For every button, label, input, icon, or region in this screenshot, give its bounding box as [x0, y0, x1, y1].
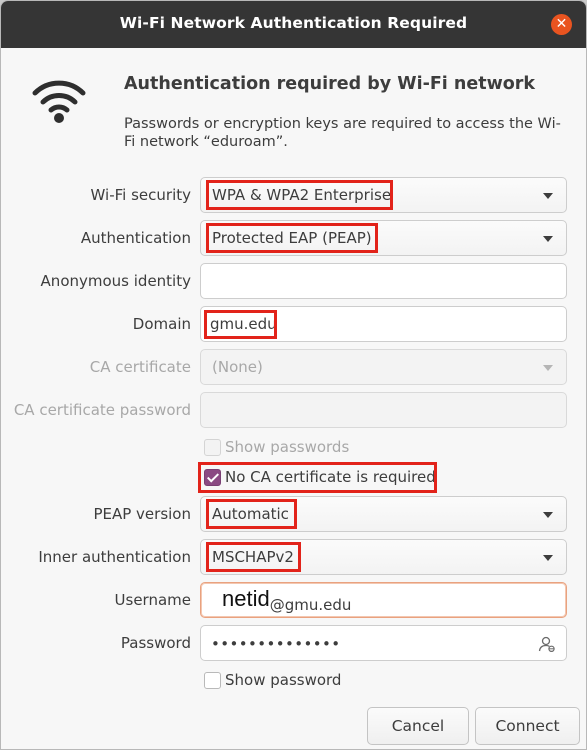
ca-certificate-label: CA certificate	[89, 358, 191, 376]
password-label: Password	[120, 634, 191, 652]
ca-certificate-value: (None)	[212, 358, 263, 376]
chevron-down-icon	[543, 512, 553, 518]
authentication-label: Authentication	[80, 229, 191, 247]
wifi-icon	[32, 80, 86, 123]
username-netid: netid	[222, 586, 270, 611]
peap-version-label: PEAP version	[93, 505, 191, 523]
close-icon[interactable]: ✕	[551, 14, 572, 35]
inner-authentication-combo[interactable]: MSCHAPv2	[200, 539, 567, 575]
ca-certificate-password-input	[200, 392, 567, 428]
inner-authentication-value: MSCHAPv2	[212, 548, 294, 566]
domain-input[interactable]: gmu.edu	[200, 306, 567, 342]
authentication-combo[interactable]: Protected EAP (PEAP)	[200, 220, 567, 256]
username-domain: @gmu.edu	[269, 596, 352, 614]
password-value: ••••••••••••••	[211, 635, 341, 653]
ca-certificate-password-label: CA certificate password	[13, 401, 191, 419]
ca-certificate-combo: (None)	[200, 349, 567, 385]
show-password-label: Show password	[225, 671, 342, 689]
user-icon[interactable]	[538, 635, 556, 653]
chevron-down-icon	[543, 365, 553, 371]
dialog-description: Passwords or encryption keys are require…	[124, 116, 561, 150]
wifi-security-value: WPA & WPA2 Enterprise	[212, 186, 392, 204]
peap-version-combo[interactable]: Automatic	[200, 496, 567, 532]
dialog-heading: Authentication required by Wi-Fi network	[124, 74, 536, 94]
username-label: Username	[114, 591, 191, 609]
chevron-down-icon	[543, 193, 553, 199]
chevron-down-icon	[543, 236, 553, 242]
wifi-security-combo[interactable]: WPA & WPA2 Enterprise	[200, 177, 567, 213]
anonymous-identity-label: Anonymous identity	[40, 272, 191, 290]
cancel-button[interactable]: Cancel	[367, 707, 469, 745]
connect-button[interactable]: Connect	[475, 707, 580, 745]
chevron-down-icon	[543, 555, 553, 561]
peap-version-value: Automatic	[212, 505, 289, 523]
titlebar: Wi-Fi Network Authentication Required ✕	[1, 1, 586, 48]
domain-label: Domain	[132, 315, 191, 333]
username-value: netid@gmu.edu	[222, 586, 352, 616]
show-password-checkbox[interactable]	[204, 672, 221, 689]
password-input[interactable]: ••••••••••••••	[200, 625, 567, 661]
authentication-value: Protected EAP (PEAP)	[212, 229, 372, 247]
username-input[interactable]: netid@gmu.edu	[200, 582, 567, 618]
no-ca-certificate-checkbox[interactable]	[204, 469, 221, 486]
anonymous-identity-input[interactable]	[200, 263, 567, 299]
domain-value: gmu.edu	[210, 315, 277, 333]
no-ca-certificate-label: No CA certificate is required	[225, 468, 436, 486]
inner-authentication-label: Inner authentication	[38, 548, 191, 566]
show-passwords-checkbox	[204, 439, 221, 456]
window-title: Wi-Fi Network Authentication Required	[119, 14, 468, 32]
auth-dialog: Wi-Fi Network Authentication Required ✕ …	[0, 0, 587, 750]
show-passwords-label: Show passwords	[225, 438, 350, 456]
wifi-security-label: Wi-Fi security	[90, 186, 191, 204]
